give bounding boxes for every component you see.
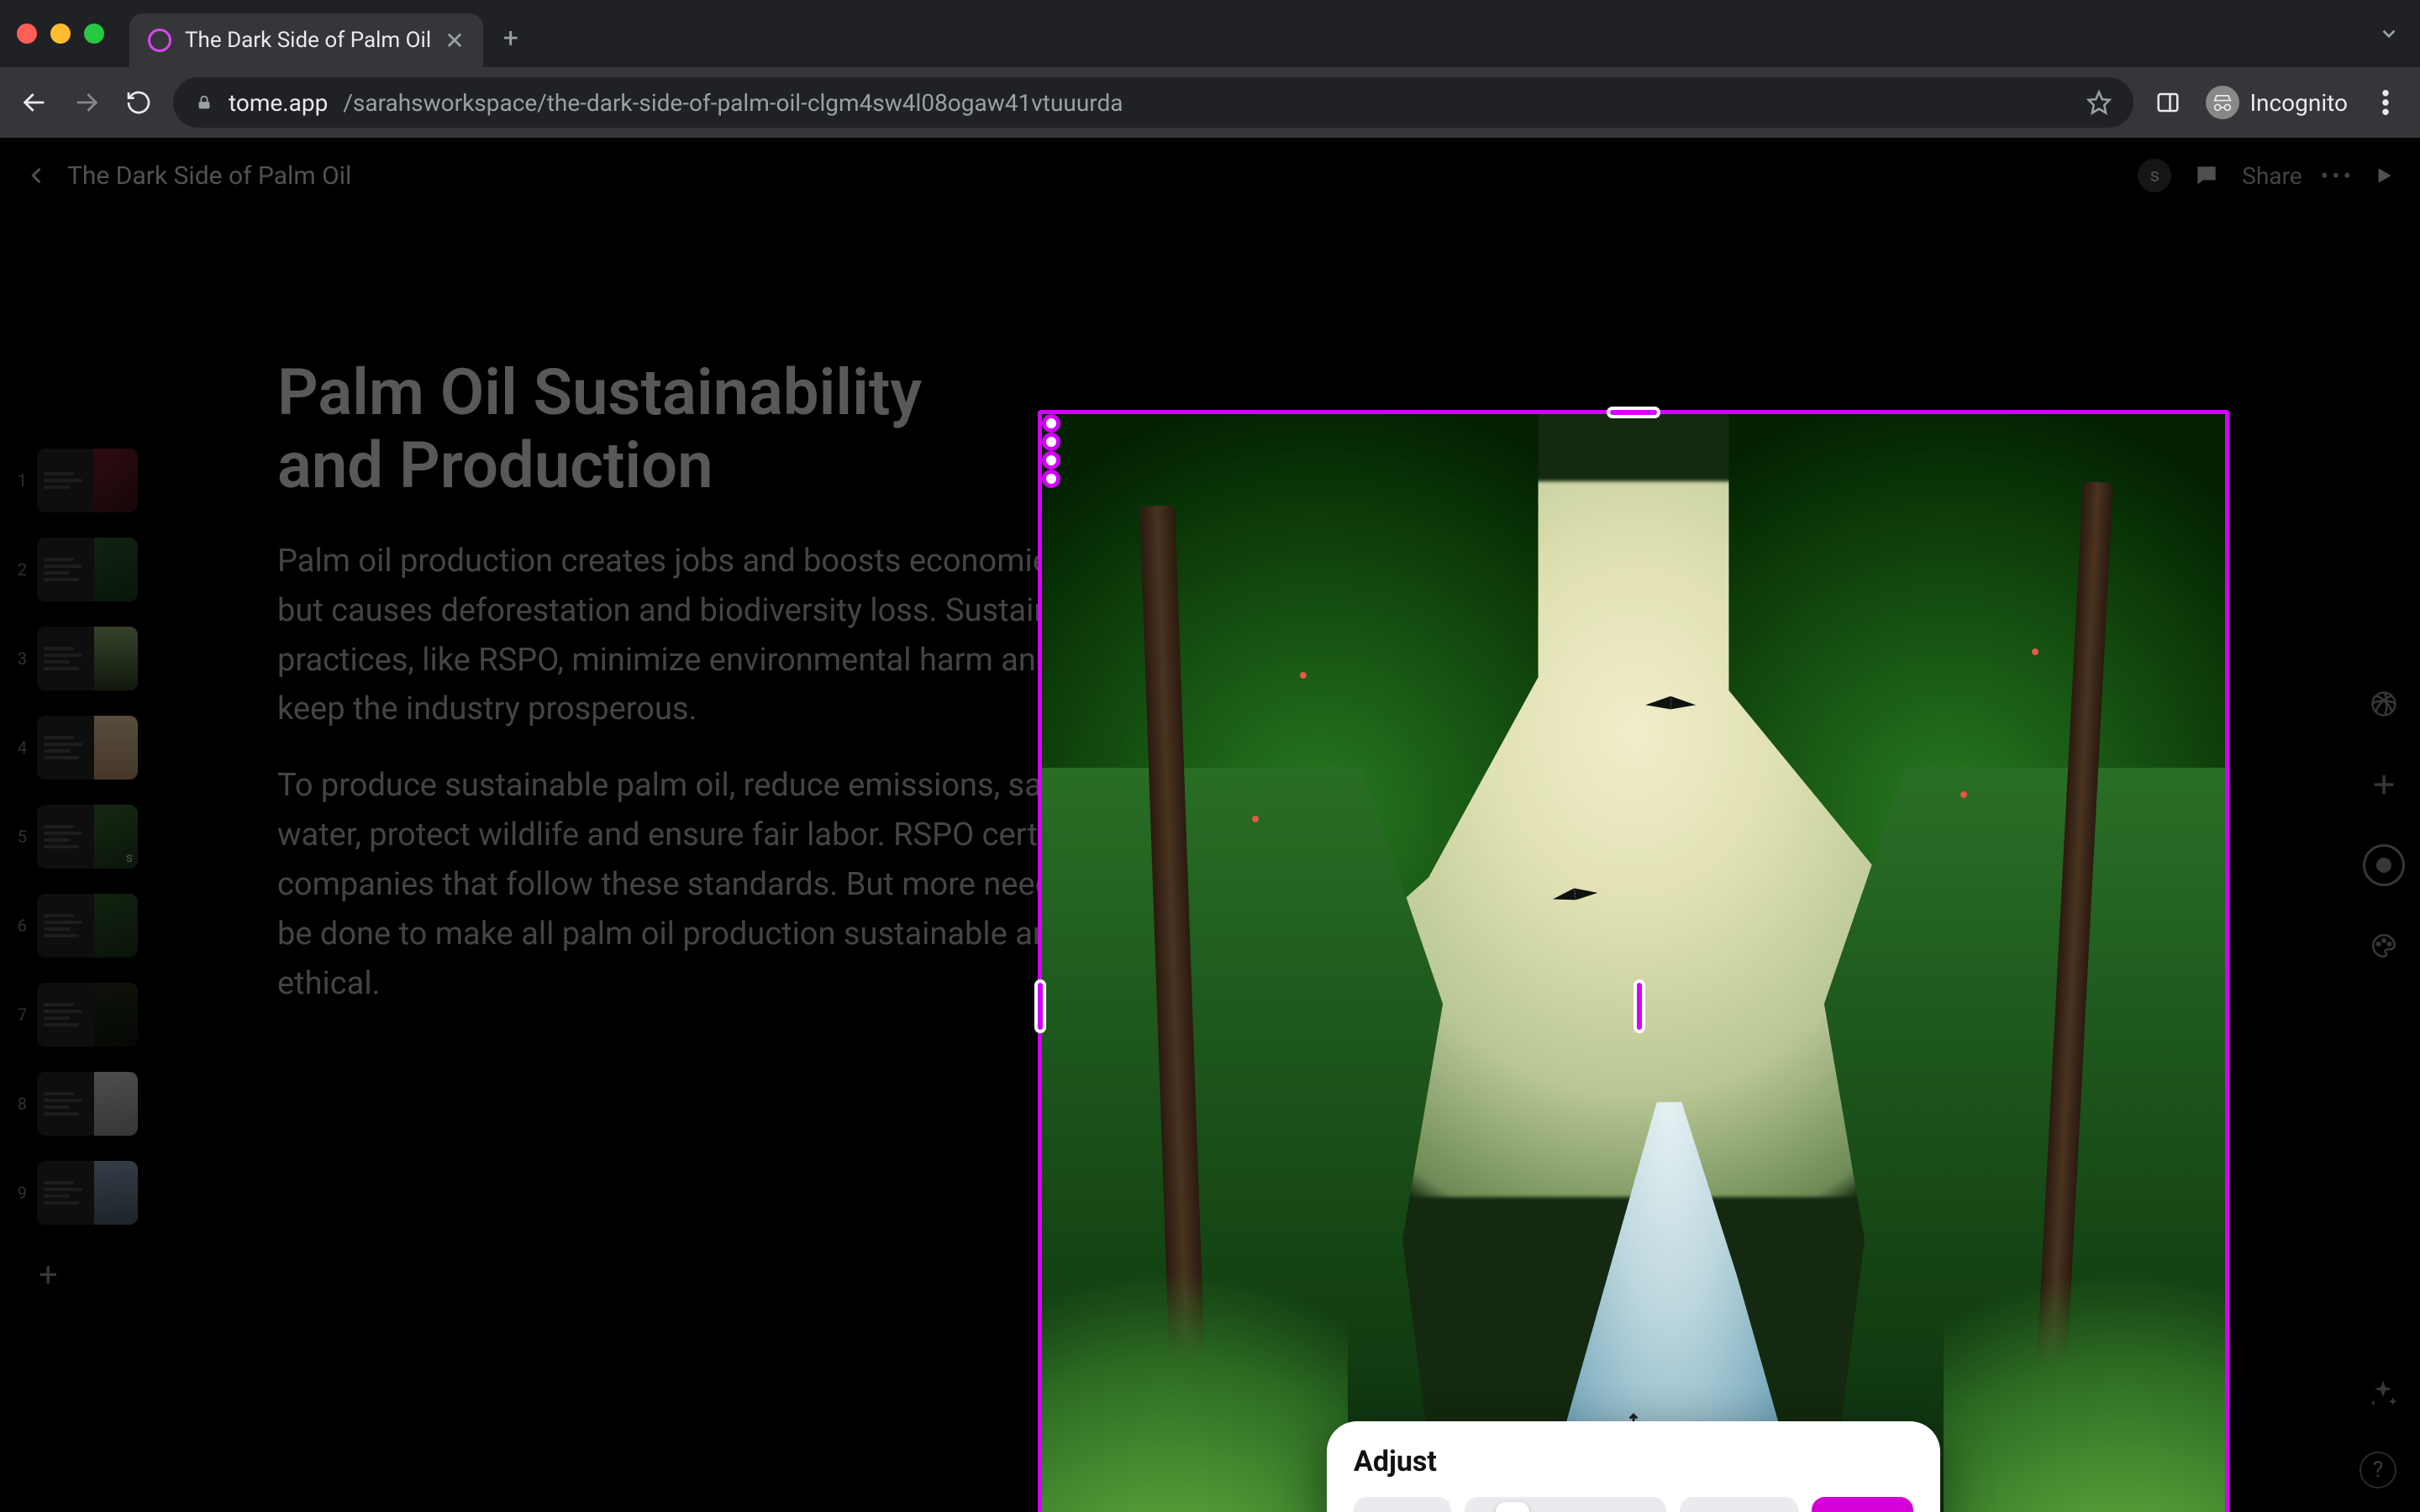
star-icon[interactable] bbox=[2086, 90, 2112, 115]
add-slide-button[interactable]: + bbox=[39, 1255, 155, 1294]
resize-handle-tl[interactable] bbox=[1042, 414, 1060, 433]
palette-icon[interactable] bbox=[2363, 925, 2405, 967]
done-button[interactable]: Done bbox=[1812, 1497, 1913, 1512]
back-arrow-icon[interactable] bbox=[17, 85, 52, 120]
zoom-slider-thumb[interactable] bbox=[1496, 1502, 1529, 1512]
url-host: tome.app bbox=[229, 89, 328, 117]
adjust-popover: Adjust 131 % Cancel Done bbox=[1327, 1421, 1940, 1512]
incognito-indicator[interactable]: Incognito bbox=[2206, 86, 2348, 119]
slide-thumb-2[interactable]: 2 bbox=[12, 538, 155, 601]
image-crop-stage[interactable]: Adjust 131 % Cancel Done bbox=[1038, 410, 2229, 1512]
incognito-label: Incognito bbox=[2249, 89, 2348, 117]
reload-icon[interactable] bbox=[121, 85, 156, 120]
kebab-menu-icon[interactable] bbox=[2368, 85, 2403, 120]
slide-heading[interactable]: Palm Oil Sustainability and Production bbox=[277, 356, 1034, 503]
resize-handle-br[interactable] bbox=[1042, 470, 1060, 488]
slide-thumb-8[interactable]: 8 bbox=[12, 1072, 155, 1136]
forward-arrow-icon[interactable] bbox=[69, 85, 104, 120]
plus-icon[interactable] bbox=[2363, 764, 2405, 806]
slide-thumb-3[interactable]: 3 bbox=[12, 627, 155, 690]
close-icon[interactable]: ✕ bbox=[445, 27, 464, 55]
new-tab-button[interactable]: + bbox=[503, 22, 518, 54]
zoom-percent-field[interactable]: 131 % bbox=[1354, 1497, 1451, 1512]
chevron-down-icon[interactable] bbox=[2378, 23, 2400, 45]
browser-titlebar: The Dark Side of Palm Oil ✕ + bbox=[0, 0, 2420, 67]
window-minimize[interactable] bbox=[50, 24, 71, 44]
slide-paragraph-2[interactable]: To produce sustainable palm oil, reduce … bbox=[277, 761, 1118, 1008]
openai-icon[interactable] bbox=[2363, 683, 2405, 725]
record-icon[interactable] bbox=[2363, 844, 2405, 886]
user-avatar[interactable]: s bbox=[2138, 159, 2171, 192]
thumb-user-badge: s bbox=[126, 849, 133, 865]
doc-title[interactable]: The Dark Side of Palm Oil bbox=[67, 161, 351, 191]
resize-handle-r[interactable] bbox=[1634, 979, 1645, 1033]
lock-icon bbox=[195, 93, 213, 112]
browser-toolbar: tome.app/sarahsworkspace/the-dark-side-o… bbox=[0, 67, 2420, 138]
slide-paragraph-1[interactable]: Palm oil production creates jobs and boo… bbox=[277, 537, 1118, 735]
slide-thumbnail-rail: 1 2 3 4 5s 6 7 8 9 + bbox=[12, 449, 155, 1294]
slide-thumb-5[interactable]: 5s bbox=[12, 805, 155, 869]
url-path: /sarahsworkspace/the-dark-side-of-palm-o… bbox=[343, 89, 1123, 117]
app-back-button[interactable] bbox=[25, 164, 49, 187]
sparkle-icon[interactable] bbox=[2366, 1378, 2400, 1411]
resize-handle-tr[interactable] bbox=[1042, 433, 1060, 451]
side-panel-icon[interactable] bbox=[2150, 85, 2186, 120]
selection-frame[interactable] bbox=[1038, 410, 2229, 1512]
slide-thumb-7[interactable]: 7 bbox=[12, 983, 155, 1047]
right-tool-rail bbox=[2363, 683, 2405, 967]
play-icon[interactable] bbox=[2373, 165, 2395, 186]
app-viewport: The Dark Side of Palm Oil s Share ••• Pa… bbox=[0, 138, 2420, 1512]
share-button[interactable]: Share bbox=[2242, 162, 2302, 190]
zoom-slider[interactable] bbox=[1465, 1497, 1666, 1512]
tab-title: The Dark Side of Palm Oil bbox=[185, 28, 431, 53]
resize-handle-bl[interactable] bbox=[1042, 451, 1060, 470]
window-controls bbox=[17, 24, 104, 44]
tab-favicon bbox=[148, 29, 171, 52]
help-icon[interactable]: ? bbox=[2360, 1452, 2396, 1488]
window-zoom[interactable] bbox=[84, 24, 104, 44]
address-bar[interactable]: tome.app/sarahsworkspace/the-dark-side-o… bbox=[173, 77, 2133, 128]
slide-thumb-4[interactable]: 4 bbox=[12, 716, 155, 780]
slide-thumb-6[interactable]: 6 bbox=[12, 894, 155, 958]
resize-handle-t[interactable] bbox=[1607, 407, 1660, 418]
comment-icon[interactable] bbox=[2190, 159, 2223, 192]
cancel-button[interactable]: Cancel bbox=[1680, 1497, 1799, 1512]
slide-thumb-1[interactable]: 1 bbox=[12, 449, 155, 512]
slide-thumb-9[interactable]: 9 bbox=[12, 1161, 155, 1225]
more-menu-button[interactable]: ••• bbox=[2321, 162, 2354, 190]
adjust-title: Adjust bbox=[1354, 1445, 1913, 1478]
window-close[interactable] bbox=[17, 24, 37, 44]
incognito-icon bbox=[2206, 86, 2239, 119]
resize-handle-l[interactable] bbox=[1034, 979, 1046, 1033]
browser-tab[interactable]: The Dark Side of Palm Oil ✕ bbox=[129, 13, 483, 67]
app-topbar: The Dark Side of Palm Oil s Share ••• bbox=[0, 138, 2420, 213]
